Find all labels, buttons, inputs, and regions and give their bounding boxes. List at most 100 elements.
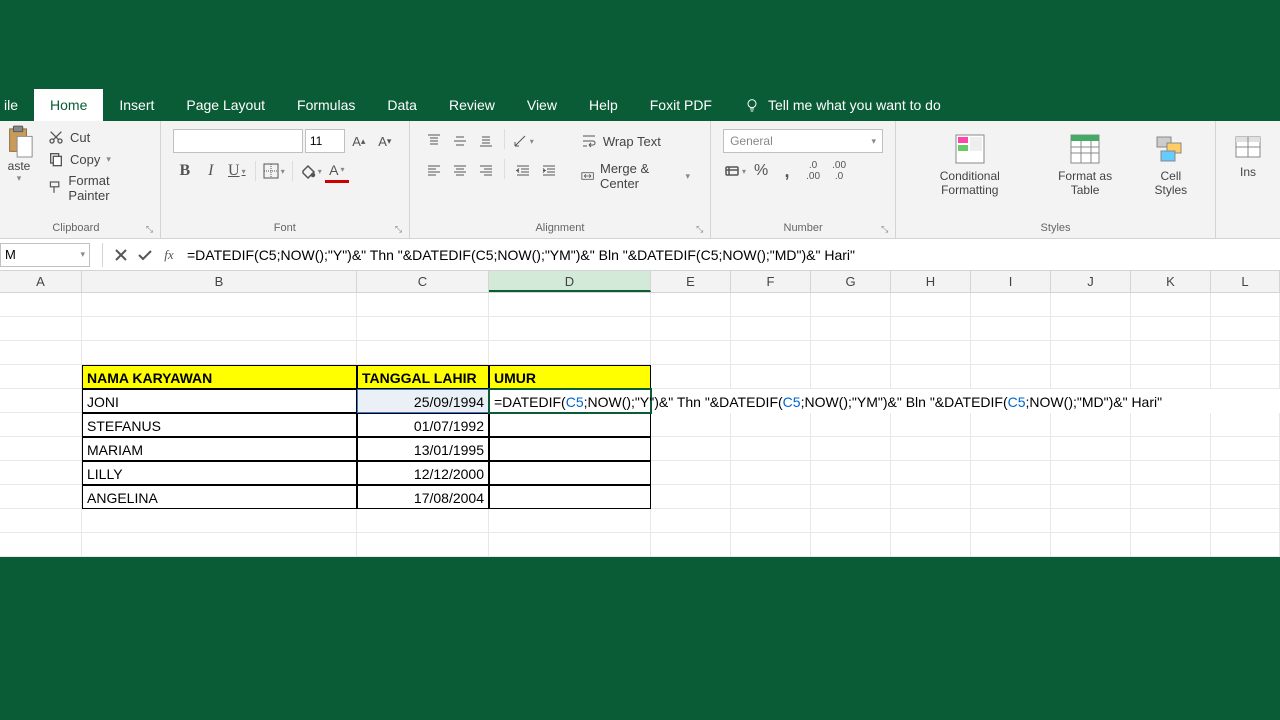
tab-view[interactable]: View xyxy=(511,89,573,121)
increase-decimal-button[interactable]: .0.00 xyxy=(801,159,825,183)
col-header-F[interactable]: F xyxy=(731,271,811,292)
cancel-formula-button[interactable] xyxy=(109,243,133,267)
decrease-decimal-button[interactable]: .00.0 xyxy=(827,159,851,183)
tab-insert[interactable]: Insert xyxy=(103,89,170,121)
cell-date[interactable]: 13/01/1995 xyxy=(357,437,489,461)
clipboard-launcher[interactable]: ⤡ xyxy=(146,224,158,236)
cell-name[interactable]: LILLY xyxy=(82,461,357,485)
cell-styles-icon xyxy=(1153,131,1189,167)
wrap-text-button[interactable]: Wrap Text xyxy=(577,129,694,153)
align-bottom-button[interactable] xyxy=(474,129,498,153)
percent-button[interactable]: % xyxy=(749,159,773,183)
col-header-I[interactable]: I xyxy=(971,271,1051,292)
underline-button[interactable]: U▾ xyxy=(225,159,249,183)
cell-date[interactable]: 25/09/1994 xyxy=(357,389,489,413)
wrap-text-icon xyxy=(581,133,597,149)
col-header-E[interactable]: E xyxy=(651,271,731,292)
cell-name[interactable]: STEFANUS xyxy=(82,413,357,437)
paste-button[interactable]: aste ▾ xyxy=(0,125,38,220)
align-center-button[interactable] xyxy=(448,159,472,183)
conditional-formatting-button[interactable]: Conditional Formatting xyxy=(908,129,1031,200)
group-label-styles: Styles xyxy=(904,220,1207,236)
formula-input[interactable] xyxy=(181,243,1280,267)
col-header-H[interactable]: H xyxy=(891,271,971,292)
cell-tanggal-lahir-header[interactable]: TANGGAL LAHIR xyxy=(357,365,489,389)
paintbrush-icon xyxy=(48,180,62,196)
name-box[interactable]: M ▾ xyxy=(0,243,90,267)
tab-file[interactable]: ile xyxy=(0,89,34,121)
column-headers: A B C D E F G H I J K L xyxy=(0,271,1280,293)
tab-review[interactable]: Review xyxy=(433,89,511,121)
formula-bar: M ▾ fx xyxy=(0,239,1280,271)
grid-row xyxy=(0,341,1280,365)
cell-name[interactable]: ANGELINA xyxy=(82,485,357,509)
font-color-button[interactable]: A▾ xyxy=(325,159,349,183)
decrease-indent-button[interactable] xyxy=(511,159,535,183)
col-header-B[interactable]: B xyxy=(82,271,357,292)
alignment-launcher[interactable]: ⤡ xyxy=(696,224,708,236)
cell-nama-karyawan-header[interactable]: NAMA KARYAWAN xyxy=(82,365,357,389)
format-as-table-button[interactable]: Format as Table xyxy=(1039,129,1130,200)
cell-umur-header[interactable]: UMUR xyxy=(489,365,651,389)
fill-color-button[interactable]: ▾ xyxy=(299,159,323,183)
borders-button[interactable]: ▾ xyxy=(262,159,286,183)
copy-button[interactable]: Copy ▾ xyxy=(46,149,148,169)
insert-cells-button[interactable]: Ins xyxy=(1224,125,1272,236)
tab-foxit-pdf[interactable]: Foxit PDF xyxy=(634,89,728,121)
chevron-down-icon: ▾ xyxy=(7,173,31,183)
grid-row xyxy=(0,293,1280,317)
number-format-select[interactable]: General ▾ xyxy=(723,129,883,153)
italic-button[interactable]: I xyxy=(199,159,223,183)
group-number: General ▾ ▾ % , .0.00 .00.0 Number ⤡ xyxy=(711,121,896,238)
lightbulb-icon xyxy=(744,97,760,113)
orientation-button[interactable]: ▾ xyxy=(511,129,535,153)
group-alignment: ▾ Wrap Text Merge & Cent xyxy=(410,121,711,238)
increase-indent-button[interactable] xyxy=(537,159,561,183)
font-launcher[interactable]: ⤡ xyxy=(395,224,407,236)
col-header-C[interactable]: C xyxy=(357,271,489,292)
cell-date[interactable]: 12/12/2000 xyxy=(357,461,489,485)
col-header-G[interactable]: G xyxy=(811,271,891,292)
tab-help[interactable]: Help xyxy=(573,89,634,121)
col-header-J[interactable]: J xyxy=(1051,271,1131,292)
inline-formula-edit[interactable]: =DATEDIF(C5;NOW();"Y")&" Thn "&DATEDIF(C… xyxy=(490,390,1162,414)
group-label-number: Number xyxy=(719,220,887,236)
grid-row xyxy=(0,317,1280,341)
format-painter-button[interactable]: Format Painter xyxy=(46,171,148,205)
cell-name[interactable]: MARIAM xyxy=(82,437,357,461)
col-header-A[interactable]: A xyxy=(0,271,82,292)
bold-button[interactable]: B xyxy=(173,159,197,183)
cell-date[interactable]: 01/07/1992 xyxy=(357,413,489,437)
decrease-font-button[interactable]: A▾ xyxy=(373,129,397,153)
tab-page-layout[interactable]: Page Layout xyxy=(170,89,281,121)
table-row: STEFANUS 01/07/1992 xyxy=(0,413,1280,437)
font-size-select[interactable] xyxy=(305,129,345,153)
number-launcher[interactable]: ⤡ xyxy=(881,224,893,236)
chevron-down-icon: ▾ xyxy=(80,249,85,260)
increase-font-button[interactable]: A▴ xyxy=(347,129,371,153)
col-header-K[interactable]: K xyxy=(1131,271,1211,292)
cell-name[interactable]: JONI xyxy=(82,389,357,413)
cell-date[interactable]: 17/08/2004 xyxy=(357,485,489,509)
tab-formulas[interactable]: Formulas xyxy=(281,89,371,121)
tab-data[interactable]: Data xyxy=(371,89,433,121)
font-name-select[interactable] xyxy=(173,129,303,153)
align-top-button[interactable] xyxy=(422,129,446,153)
align-middle-button[interactable] xyxy=(448,129,472,153)
merge-center-button[interactable]: Merge & Center ▾ xyxy=(577,157,694,195)
comma-button[interactable]: , xyxy=(775,159,799,183)
insert-function-button[interactable]: fx xyxy=(157,243,181,267)
enter-formula-button[interactable] xyxy=(133,243,157,267)
col-header-D[interactable]: D xyxy=(489,271,651,292)
cell-umur-editing[interactable]: =DATEDIF(C5;NOW();"Y")&" Thn "&DATEDIF(C… xyxy=(489,389,651,413)
tab-home[interactable]: Home xyxy=(34,89,103,121)
tell-me-search[interactable]: Tell me what you want to do xyxy=(728,89,957,121)
group-label-alignment: Alignment xyxy=(418,220,702,236)
conditional-formatting-icon xyxy=(952,131,988,167)
accounting-format-button[interactable]: ▾ xyxy=(723,159,747,183)
col-header-L[interactable]: L xyxy=(1211,271,1280,292)
cell-styles-button[interactable]: Cell Styles xyxy=(1139,129,1203,200)
cut-button[interactable]: Cut xyxy=(46,127,148,147)
align-left-button[interactable] xyxy=(422,159,446,183)
align-right-button[interactable] xyxy=(474,159,498,183)
